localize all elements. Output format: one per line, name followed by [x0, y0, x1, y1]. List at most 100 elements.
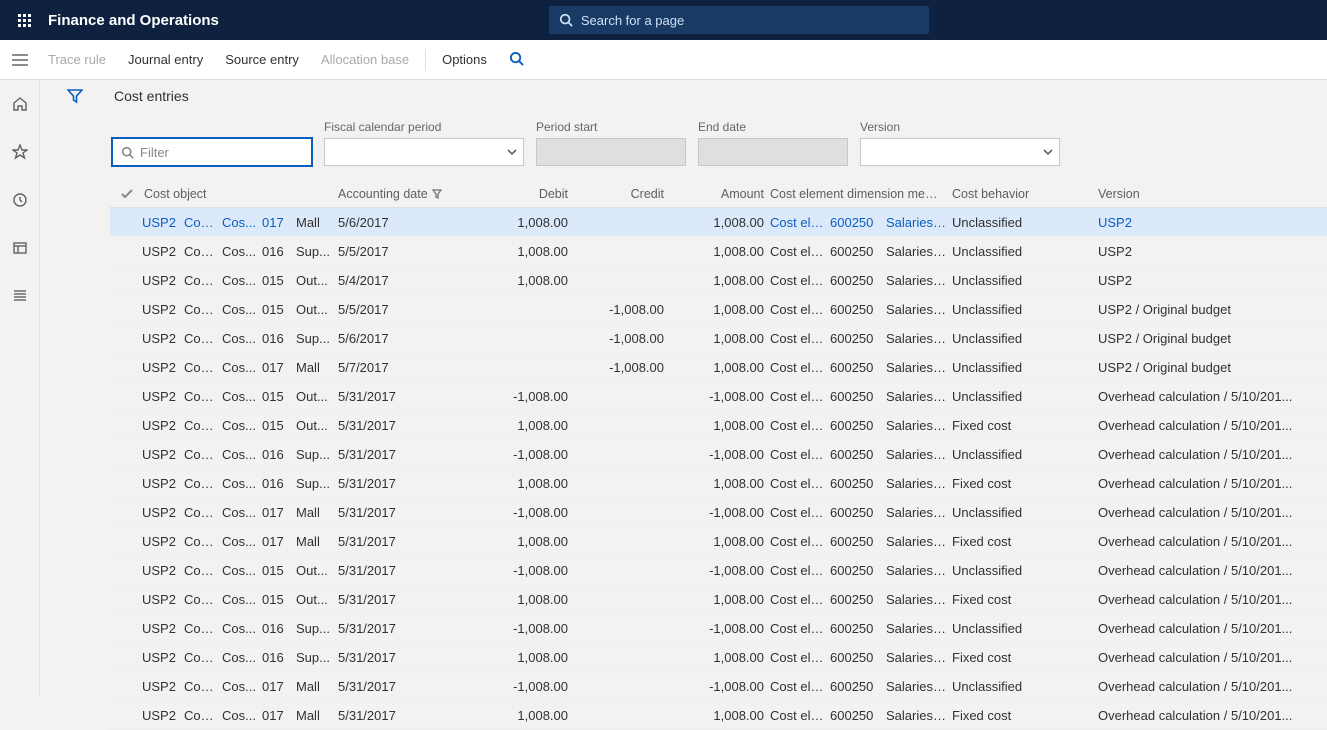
cell-cost-object-4[interactable]: 015	[262, 418, 296, 433]
cell-cost-object-4[interactable]: 016	[262, 621, 296, 636]
cell-cem-1[interactable]: Cost ele...	[770, 505, 830, 520]
cell-cem-2[interactable]: 600250	[830, 273, 886, 288]
cell-cost-object-1[interactable]: USP2	[142, 505, 184, 520]
cell-cem-2[interactable]: 600250	[830, 244, 886, 259]
cell-cem-3[interactable]: Salaries ...	[886, 708, 952, 723]
cell-cem-2[interactable]: 600250	[830, 389, 886, 404]
cell-cost-object-3[interactable]: Cos...	[222, 447, 262, 462]
cell-cost-object-2[interactable]: Cos...	[184, 592, 222, 607]
cell-cem-2[interactable]: 600250	[830, 650, 886, 665]
cell-cem-3[interactable]: Salaries ...	[886, 302, 952, 317]
cell-cost-object-2[interactable]: Cos...	[184, 360, 222, 375]
cell-cost-object-1[interactable]: USP2	[142, 563, 184, 578]
cell-cost-object-4[interactable]: 017	[262, 505, 296, 520]
cell-cost-object-2[interactable]: Cos...	[184, 302, 222, 317]
cell-cost-object-4[interactable]: 016	[262, 447, 296, 462]
cell-cem-1[interactable]: Cost ele...	[770, 679, 830, 694]
cell-cost-object-1[interactable]: USP2	[142, 389, 184, 404]
cell-cost-object-2[interactable]: Cos...	[184, 418, 222, 433]
cell-version[interactable]: Overhead calculation / 5/10/201...	[1098, 418, 1308, 433]
cell-cost-object-1[interactable]: USP2	[142, 273, 184, 288]
cell-cost-object-2[interactable]: Cos...	[184, 273, 222, 288]
workspaces-icon[interactable]	[0, 234, 40, 262]
cell-cem-1[interactable]: Cost ele...	[770, 476, 830, 491]
select-all-checkbox[interactable]	[112, 188, 142, 200]
cell-cost-object-4[interactable]: 015	[262, 273, 296, 288]
cell-cem-2[interactable]: 600250	[830, 447, 886, 462]
cell-cost-object-2[interactable]: Cos...	[184, 679, 222, 694]
cell-cem-1[interactable]: Cost ele...	[770, 389, 830, 404]
quick-filter-input[interactable]: Filter	[112, 138, 312, 166]
cell-cost-object-4[interactable]: 016	[262, 331, 296, 346]
cell-cost-object-2[interactable]: Cos...	[184, 563, 222, 578]
table-row[interactable]: USP2Cos...Cos...016Sup...5/6/2017-1,008.…	[110, 324, 1327, 353]
cell-cost-object-2[interactable]: Cos...	[184, 389, 222, 404]
cell-version[interactable]: Overhead calculation / 5/10/201...	[1098, 650, 1308, 665]
recent-icon[interactable]	[0, 186, 40, 214]
cell-cost-object-2[interactable]: Cos...	[184, 215, 222, 230]
cell-cost-object-4[interactable]: 016	[262, 244, 296, 259]
cell-cem-1[interactable]: Cost ele...	[770, 331, 830, 346]
app-launcher-icon[interactable]	[8, 0, 40, 40]
col-accounting-date[interactable]: Accounting date	[338, 187, 478, 201]
cell-cost-object-4[interactable]: 017	[262, 215, 296, 230]
cell-cem-1[interactable]: Cost ele...	[770, 650, 830, 665]
cell-cem-1[interactable]: Cost ele...	[770, 215, 830, 230]
cell-cost-object-3[interactable]: Cos...	[222, 418, 262, 433]
cell-cem-3[interactable]: Salaries ...	[886, 215, 952, 230]
table-row[interactable]: USP2Cos...Cos...016Sup...5/31/20171,008.…	[110, 643, 1327, 672]
table-row[interactable]: USP2Cos...Cos...016Sup...5/5/20171,008.0…	[110, 237, 1327, 266]
cell-cost-object-3[interactable]: Cos...	[222, 592, 262, 607]
cell-cost-object-3[interactable]: Cos...	[222, 534, 262, 549]
table-row[interactable]: USP2Cos...Cos...016Sup...5/31/20171,008.…	[110, 469, 1327, 498]
cell-cem-1[interactable]: Cost ele...	[770, 592, 830, 607]
cell-cost-object-2[interactable]: Cos...	[184, 505, 222, 520]
cell-cost-object-3[interactable]: Cos...	[222, 273, 262, 288]
cell-version[interactable]: Overhead calculation / 5/10/201...	[1098, 447, 1308, 462]
version-dropdown[interactable]	[860, 138, 1060, 166]
table-row[interactable]: USP2Cos...Cos...016Sup...5/31/2017-1,008…	[110, 614, 1327, 643]
cell-cost-object-3[interactable]: Cos...	[222, 679, 262, 694]
cell-cem-1[interactable]: Cost ele...	[770, 534, 830, 549]
cell-version[interactable]: Overhead calculation / 5/10/201...	[1098, 389, 1308, 404]
fiscal-period-dropdown[interactable]	[324, 138, 524, 166]
cell-version[interactable]: Overhead calculation / 5/10/201...	[1098, 708, 1308, 723]
cell-cem-1[interactable]: Cost ele...	[770, 563, 830, 578]
home-icon[interactable]	[0, 90, 40, 118]
table-row[interactable]: USP2Cos...Cos...017Mall5/31/2017-1,008.0…	[110, 498, 1327, 527]
cell-version[interactable]: USP2	[1098, 215, 1308, 230]
cell-version[interactable]: USP2 / Original budget	[1098, 360, 1308, 375]
cell-cost-object-3[interactable]: Cos...	[222, 621, 262, 636]
cell-version[interactable]: USP2	[1098, 244, 1308, 259]
cell-cost-object-2[interactable]: Cos...	[184, 331, 222, 346]
cell-cost-object-1[interactable]: USP2	[142, 360, 184, 375]
col-cem[interactable]: Cost element dimension member	[770, 187, 952, 201]
table-row[interactable]: USP2Cos...Cos...015Out...5/31/20171,008.…	[110, 411, 1327, 440]
nav-toggle-button[interactable]	[0, 40, 40, 80]
cell-version[interactable]: Overhead calculation / 5/10/201...	[1098, 679, 1308, 694]
table-row[interactable]: USP2Cos...Cos...016Sup...5/31/2017-1,008…	[110, 440, 1327, 469]
cell-cem-1[interactable]: Cost ele...	[770, 418, 830, 433]
cell-cost-object-3[interactable]: Cos...	[222, 215, 262, 230]
table-row[interactable]: USP2Cos...Cos...017Mall5/6/20171,008.001…	[110, 208, 1327, 237]
cell-version[interactable]: Overhead calculation / 5/10/201...	[1098, 534, 1308, 549]
cell-cost-object-2[interactable]: Cos...	[184, 621, 222, 636]
cmd-journal-entry[interactable]: Journal entry	[128, 52, 203, 67]
cell-cem-2[interactable]: 600250	[830, 708, 886, 723]
cell-cost-object-4[interactable]: 017	[262, 679, 296, 694]
cell-cost-object-3[interactable]: Cos...	[222, 360, 262, 375]
cell-cost-object-3[interactable]: Cos...	[222, 650, 262, 665]
cell-cem-3[interactable]: Salaries ...	[886, 273, 952, 288]
col-cost-object[interactable]: Cost object	[142, 187, 338, 201]
cell-cem-2[interactable]: 600250	[830, 563, 886, 578]
col-version[interactable]: Version	[1098, 187, 1308, 201]
table-row[interactable]: USP2Cos...Cos...017Mall5/31/20171,008.00…	[110, 701, 1327, 730]
cell-cost-object-1[interactable]: USP2	[142, 621, 184, 636]
table-row[interactable]: USP2Cos...Cos...015Out...5/31/2017-1,008…	[110, 556, 1327, 585]
col-behavior[interactable]: Cost behavior	[952, 187, 1098, 201]
cell-cem-2[interactable]: 600250	[830, 505, 886, 520]
cell-cost-object-3[interactable]: Cos...	[222, 476, 262, 491]
cell-cem-3[interactable]: Salaries ...	[886, 418, 952, 433]
cell-cem-3[interactable]: Salaries ...	[886, 592, 952, 607]
cell-cem-2[interactable]: 600250	[830, 679, 886, 694]
